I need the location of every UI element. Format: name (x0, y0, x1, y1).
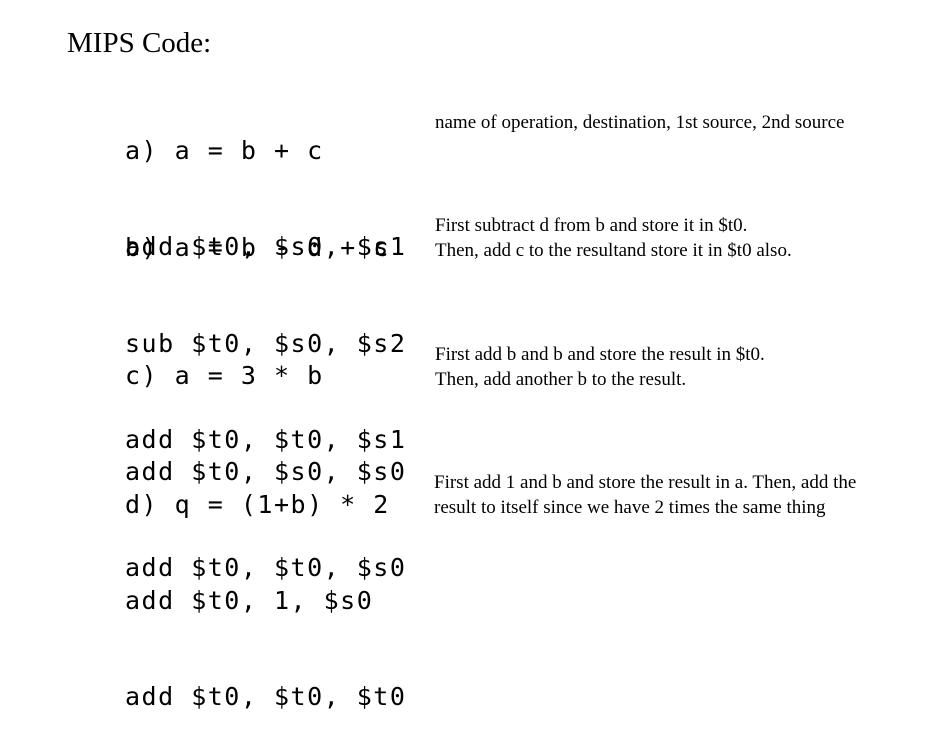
code-line: d) q = (1+b) * 2 (125, 490, 390, 519)
code-line: a) a = b + c (125, 136, 324, 165)
code-line: add $t0, 1, $s0 (125, 586, 374, 615)
explanation-line: First subtract d from b and store it in … (435, 215, 748, 236)
code-line: b) a = b - d + c (125, 233, 390, 262)
explanation-c: First add b and b and store the result i… (435, 342, 765, 392)
explanation-line: First add b and b and store the result i… (435, 344, 765, 365)
explanation-line: First add 1 and b and store the result i… (434, 472, 857, 493)
explanation-a: name of operation, destination, 1st sour… (435, 110, 844, 135)
explanation-line: Then, add c to the resultand store it in… (435, 240, 792, 261)
code-line: add $t0, $t0, $t0 (125, 682, 407, 711)
explanation-line: name of operation, destination, 1st sour… (435, 112, 845, 133)
explanation-line: result to itself since we have 2 times t… (434, 497, 826, 518)
explanation-b: First subtract d from b and store it in … (435, 213, 792, 263)
explanation-line: Then, add another b to the result. (435, 369, 687, 390)
explanation-d: First add 1 and b and store the result i… (434, 470, 856, 520)
page-title: MIPS Code: (67, 27, 212, 59)
code-block-d: d) q = (1+b) * 2 add $t0, 1, $s0 add $t0… (125, 425, 406, 745)
code-line: c) a = 3 * b (125, 361, 324, 390)
